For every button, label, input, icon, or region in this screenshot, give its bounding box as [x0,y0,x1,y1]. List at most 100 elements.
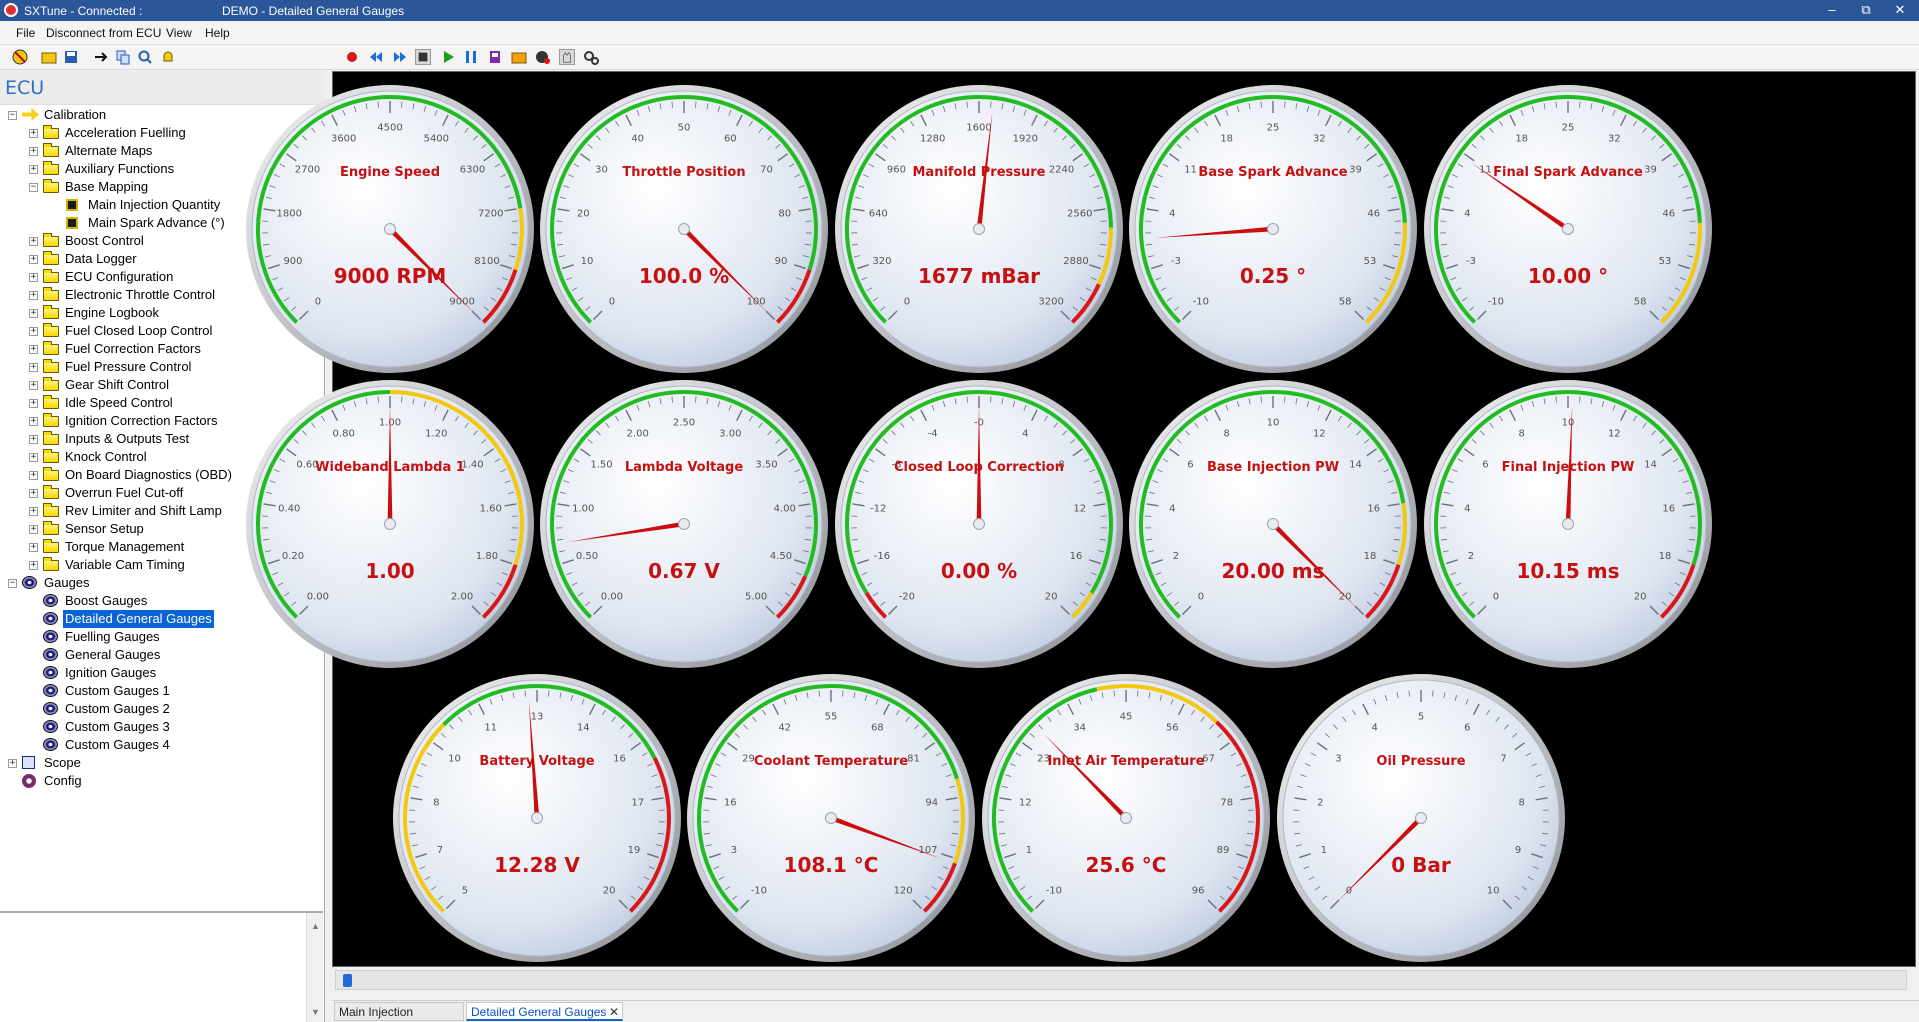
gauge-tick-label: -12 [870,504,886,515]
expand-icon[interactable]: + [29,147,38,156]
restore-button[interactable]: ⧉ [1849,0,1883,21]
tree-item-label: Base Mapping [65,179,149,194]
tree-item-label: Torque Management [65,539,185,554]
gauge-icon [43,738,58,751]
folder-icon [43,125,59,139]
gauge-tick-label: 96 [1192,886,1205,897]
glove-icon[interactable] [559,49,575,65]
gauge-tick-label: 3200 [1038,297,1063,308]
collapse-icon[interactable]: − [8,579,17,588]
connect-arrow-icon[interactable] [93,49,109,65]
expand-icon[interactable]: + [29,345,38,354]
menu-file[interactable]: File [16,26,35,40]
pause-icon[interactable] [463,49,479,65]
fast-forward-icon[interactable] [392,49,408,65]
tab-detailed-general-gauges[interactable]: Detailed General Gauges ✕ [466,1002,623,1021]
copy-icon[interactable] [115,49,131,65]
gauge-minor-tick [401,396,403,403]
expand-icon[interactable]: + [29,489,38,498]
gauge-tick-label: 4 [1169,504,1175,515]
scroll-down-arrow-icon[interactable]: ▼ [311,1007,320,1017]
title-bar: SXTune - Connected : DEMO - Detailed Gen… [0,0,1919,21]
stop-icon[interactable] [415,49,431,65]
expand-icon[interactable]: + [29,525,38,534]
expand-icon[interactable]: + [29,363,38,372]
properties-scrollbar[interactable]: ▲ ▼ [306,913,323,1022]
expand-icon[interactable]: + [29,129,38,138]
minimize-button[interactable]: – [1815,0,1849,21]
gauge-icon [43,702,58,715]
expand-icon[interactable]: + [29,255,38,264]
folder-icon [43,521,59,535]
gauge-panel: 0 900 1800 2700 3600 4500 5400 6300 7200 8100 9000… [246,71,1916,967]
expand-icon[interactable]: + [29,435,38,444]
timeline-scrollbar[interactable] [335,970,1907,990]
collapse-icon[interactable]: − [8,111,17,120]
gauge-tick-label: 34 [1073,723,1086,734]
expand-icon[interactable]: + [29,273,38,282]
expand-icon[interactable]: + [29,453,38,462]
expand-icon[interactable]: + [29,471,38,480]
expand-icon[interactable]: + [29,561,38,570]
folder-icon [43,341,59,355]
save-icon[interactable] [63,49,79,65]
gauge-tick-label: 5 [462,886,468,897]
tree-item-label: Fuel Correction Factors [65,341,201,356]
gauge-hub [384,518,396,530]
bell-icon[interactable] [160,49,176,65]
play-icon[interactable] [440,49,456,65]
gauge-value: 108.1 °C [783,853,879,877]
expand-icon[interactable]: + [29,543,38,552]
menu-view[interactable]: View [166,26,192,40]
gauge-minor-tick [548,690,550,697]
gauge-tick-label: 20 [603,886,616,897]
expand-icon[interactable]: + [29,165,38,174]
timeline-scroll-thumb[interactable] [343,974,352,987]
gauge-value: 0.67 V [648,559,720,583]
gauge-dial: 02468101214161820 [1129,380,1417,668]
expand-icon[interactable]: + [29,237,38,246]
gauge-icon [43,720,58,733]
gauge-lambda-voltage: 0.00 0.50 1.00 1.50 2.00 2.50 3.00 3.50 4.00 4.50… [539,379,829,669]
gauge-tick-label: 8 [1224,429,1230,440]
rewind-icon[interactable] [368,49,384,65]
open-folder-icon[interactable] [41,49,57,65]
tree-item-label: Fuel Pressure Control [65,359,192,374]
collapse-icon[interactable]: − [29,183,38,192]
expand-icon[interactable]: + [29,291,38,300]
gauge-tick-label: 4 [1464,209,1470,220]
bookmark-icon[interactable] [487,49,503,65]
gauge-tick-label: 1600 [966,123,991,134]
scroll-up-arrow-icon[interactable]: ▲ [311,921,320,931]
search-icon[interactable] [137,49,153,65]
gauge-title: Wideband Lambda 1 [315,460,465,475]
menu-disconnect-from-ecu[interactable]: Disconnect from ECU [46,26,161,40]
stop-sign-icon[interactable] [12,49,28,65]
tree-item-label: Main Spark Advance (°) [88,215,225,230]
gauge-tick-label: 42 [778,723,791,734]
gauge-settings-icon[interactable] [535,49,551,65]
tab-main-injection-quantity[interactable]: Main Injection Quantity [334,1002,464,1021]
expand-icon[interactable]: + [29,399,38,408]
tree-item-label: Alternate Maps [65,143,153,158]
menu-help[interactable]: Help [205,26,230,40]
tab-label: Detailed General Gauges [471,1005,607,1019]
expand-icon[interactable]: + [8,759,17,768]
tab-close-icon[interactable]: ✕ [609,1003,619,1021]
gauge-icon [43,648,58,661]
expand-icon[interactable]: + [29,507,38,516]
gauge-tick-label: 18 [1515,134,1528,145]
gauge-minor-tick [1137,690,1139,697]
expand-icon[interactable]: + [29,417,38,426]
close-window-button[interactable]: ✕ [1883,0,1917,21]
expand-icon[interactable]: + [29,381,38,390]
record-icon[interactable] [344,49,360,65]
folder-icon[interactable] [511,49,527,65]
gears-icon[interactable] [583,49,599,65]
expand-icon[interactable]: + [29,327,38,336]
document-tab-bar: Main Injection Quantity Detailed General… [332,1000,1919,1022]
gauge-tick-label: 0 [609,297,615,308]
expand-icon[interactable]: + [29,309,38,318]
ecu-panel-title: ECU [5,77,45,99]
tree-item-label: ECU Configuration [65,269,174,284]
